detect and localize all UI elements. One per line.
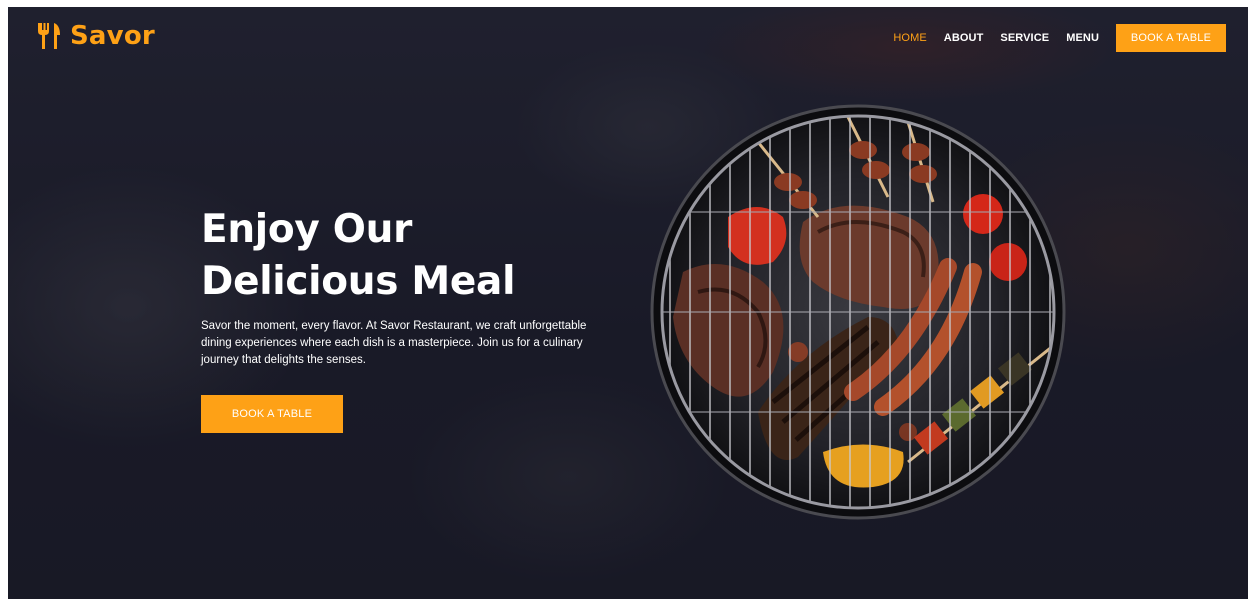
brand-logo[interactable]: Savor	[36, 21, 155, 51]
nav-book-table-button[interactable]: BOOK A TABLE	[1116, 24, 1226, 52]
brand-name: Savor	[70, 21, 155, 51]
hero-section: Savor HOME ABOUT SERVICE MENU BOOK A TAB…	[8, 7, 1248, 599]
nav-link-home[interactable]: HOME	[893, 32, 926, 44]
hero-title-line-1: Enjoy Our	[201, 207, 413, 252]
nav-link-service[interactable]: SERVICE	[1000, 32, 1049, 44]
hero-title: Enjoy Our Delicious Meal	[201, 204, 601, 308]
hero-copy: Enjoy Our Delicious Meal Savor the momen…	[201, 204, 601, 433]
nav-link-about[interactable]: ABOUT	[944, 32, 984, 44]
hero-title-line-2: Delicious Meal	[201, 259, 516, 304]
hero-book-table-button[interactable]: BOOK A TABLE	[201, 395, 343, 433]
navbar: Savor HOME ABOUT SERVICE MENU BOOK A TAB…	[8, 7, 1248, 69]
bbq-grill-image	[650, 104, 1066, 520]
hero-description: Savor the moment, every flavor. At Savor…	[201, 320, 587, 366]
nav-menu: HOME ABOUT SERVICE MENU BOOK A TABLE	[893, 24, 1226, 52]
utensils-icon	[38, 23, 60, 49]
nav-link-menu[interactable]: MENU	[1066, 32, 1099, 44]
